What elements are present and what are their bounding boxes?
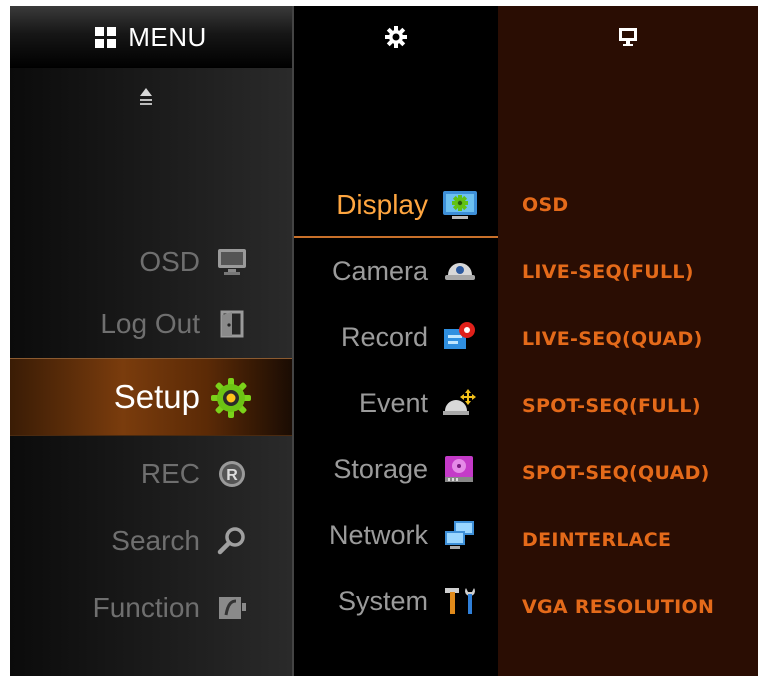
gear-icon — [211, 378, 251, 418]
setup-item-label: Network — [328, 520, 428, 550]
display-option-live-seq-full[interactable]: LIVE-SEQ(FULL) — [522, 261, 694, 283]
record-settings-icon — [444, 322, 475, 349]
monitor-icon — [218, 249, 246, 275]
menu-item-label: Function — [92, 592, 200, 623]
setup-item-camera[interactable]: Camera — [294, 240, 498, 302]
gear-icon — [385, 26, 407, 48]
setup-item-network[interactable]: Network — [294, 504, 498, 566]
magnifier-icon — [217, 527, 245, 555]
function-icon — [219, 597, 246, 619]
display-option-live-seq-quad[interactable]: LIVE-SEQ(QUAD) — [522, 328, 703, 350]
display-option-osd[interactable]: OSD — [522, 194, 569, 216]
setup-submenu-column: Display Camera Record Event Storage Netw… — [292, 6, 500, 676]
event-motion-icon — [443, 389, 476, 415]
setup-item-label: Record — [340, 322, 428, 352]
menu-item-label: Search — [111, 525, 200, 556]
tools-icon — [445, 588, 475, 614]
setup-item-event[interactable]: Event — [294, 372, 498, 434]
menu-title: MENU — [128, 21, 207, 52]
dome-camera-icon — [445, 263, 475, 280]
hard-drive-icon — [445, 456, 473, 482]
menu-item-label: REC — [140, 458, 200, 489]
record-r-icon: R — [219, 461, 245, 487]
display-header — [498, 6, 758, 68]
setup-item-record[interactable]: Record — [294, 306, 498, 368]
menu-item-search[interactable]: Search — [10, 513, 292, 569]
menu-item-logout[interactable]: Log Out — [10, 296, 292, 352]
display-option-spot-seq-full[interactable]: SPOT-SEQ(FULL) — [522, 395, 701, 417]
main-menu-column: MENU OSD Log Out Setup REC R Search Func… — [10, 6, 292, 676]
menu-item-label: OSD — [139, 246, 200, 277]
setup-item-label: System — [337, 586, 428, 616]
display-settings-icon — [443, 191, 477, 219]
menu-item-osd[interactable]: OSD — [10, 234, 292, 290]
setup-item-label: Display — [336, 189, 428, 220]
setup-item-label: Storage — [333, 454, 428, 484]
scroll-up-icon[interactable] — [138, 86, 154, 110]
menu-item-label: Setup — [113, 378, 200, 415]
menu-item-function[interactable]: Function — [10, 580, 292, 636]
menu-header: MENU — [10, 6, 292, 68]
setup-item-system[interactable]: System — [294, 570, 498, 632]
logout-door-icon — [220, 310, 244, 338]
menu-item-rec[interactable]: REC R — [10, 446, 292, 502]
monitor-icon — [619, 28, 637, 46]
display-option-spot-seq-quad[interactable]: SPOT-SEQ(QUAD) — [522, 462, 710, 484]
display-option-vga-resolution[interactable]: VGA RESOLUTION — [522, 596, 714, 618]
svg-text:R: R — [226, 467, 238, 484]
menu-item-setup[interactable]: Setup — [10, 358, 292, 436]
grid-icon — [95, 26, 117, 48]
setup-item-label: Event — [358, 388, 428, 418]
network-computers-icon — [445, 521, 474, 549]
menu-item-label: Log Out — [100, 308, 200, 339]
setup-item-storage[interactable]: Storage — [294, 438, 498, 500]
setup-header — [294, 6, 498, 68]
setup-item-label: Camera — [331, 256, 428, 286]
display-options-column: OSD LIVE-SEQ(FULL) LIVE-SEQ(QUAD) SPOT-S… — [498, 6, 758, 676]
setup-item-display[interactable]: Display — [294, 174, 498, 238]
display-option-deinterlace[interactable]: DEINTERLACE — [522, 529, 671, 551]
dvr-menu-window: MENU OSD Log Out Setup REC R Search Func… — [10, 6, 758, 676]
